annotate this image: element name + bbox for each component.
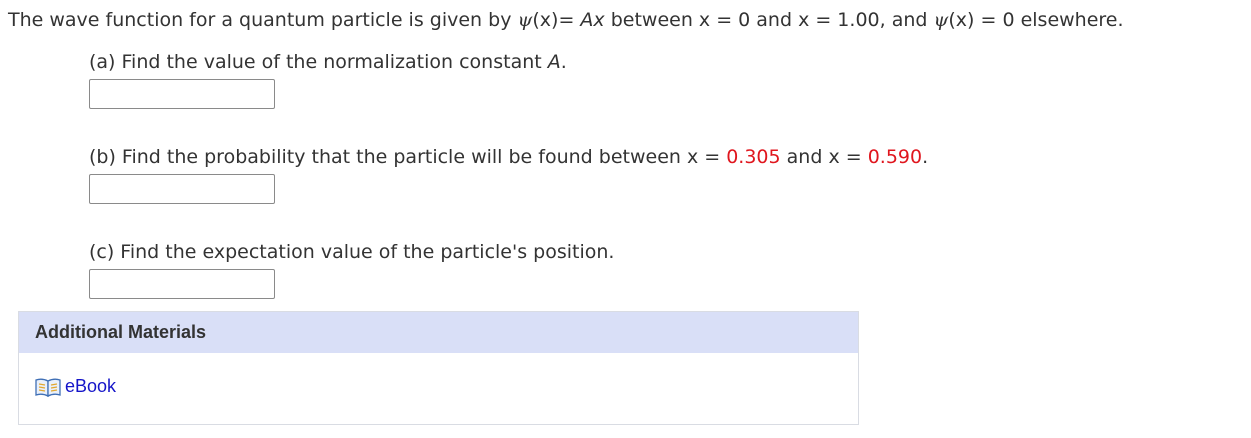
part-b-text: (b) Find the probability that the partic… [89, 146, 727, 168]
part-c-prompt: (c) Find the expectation value of the pa… [89, 240, 614, 264]
psi-symbol: ψ [933, 9, 949, 31]
part-a-prompt: (a) Find the value of the normalization … [89, 50, 567, 74]
additional-materials-title: Additional Materials [35, 322, 207, 342]
intro-text: (x) = 0 elsewhere. [948, 9, 1124, 31]
part-b-text: . [922, 146, 929, 168]
intro-text: between x = 0 and x = 1.00, and [604, 9, 934, 31]
intro-text: (x)= [532, 9, 581, 31]
book-icon [35, 377, 61, 397]
psi-symbol: ψ [517, 9, 533, 31]
part-c-answer-input[interactable] [89, 269, 275, 299]
part-a-answer-input[interactable] [89, 79, 275, 109]
part-b-lower-bound: 0.305 [726, 146, 781, 168]
additional-materials-panel: Additional Materials eBook [18, 311, 859, 425]
ebook-link-label: eBook [65, 376, 117, 396]
part-b-prompt: (b) Find the probability that the partic… [89, 145, 928, 169]
intro-text: The wave function for a quantum particle… [8, 9, 518, 31]
part-c-text: (c) Find the expectation value of the pa… [89, 241, 615, 263]
additional-materials-header: Additional Materials [19, 312, 858, 353]
part-b-answer-input[interactable] [89, 174, 275, 204]
ebook-link[interactable]: eBook [35, 376, 116, 397]
intro-variable: Ax [580, 9, 605, 31]
part-b-text: and x = [780, 146, 868, 168]
part-a-text: . [560, 51, 567, 73]
part-a-text: (a) Find the value of the normalization … [89, 51, 548, 73]
part-b-upper-bound: 0.590 [867, 146, 923, 168]
question-intro: The wave function for a quantum particle… [8, 8, 1124, 32]
part-a-variable: A [547, 51, 561, 73]
